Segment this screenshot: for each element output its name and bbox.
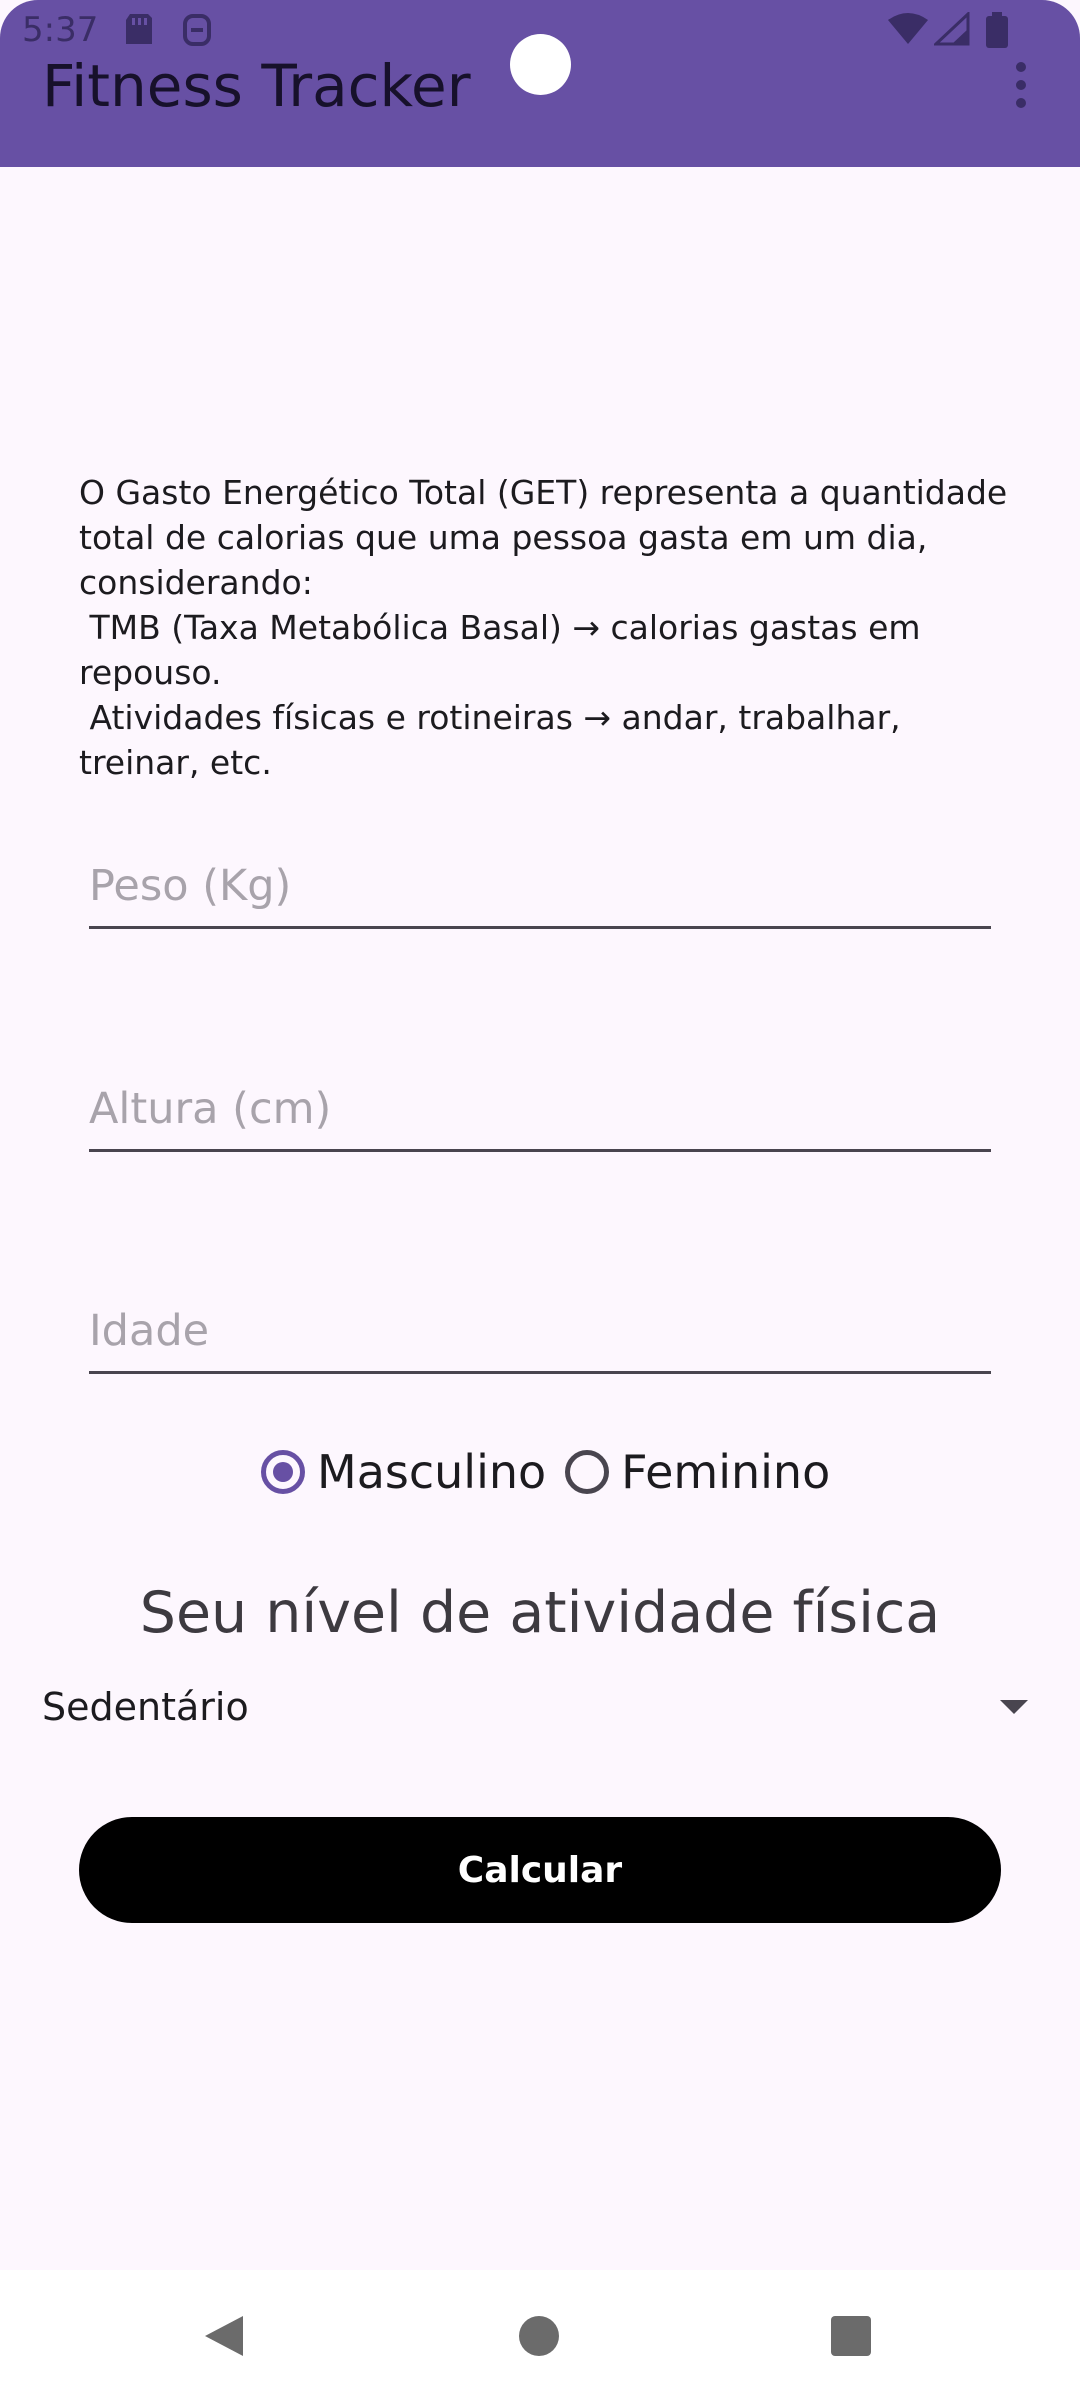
radio-label-masculino: Masculino bbox=[317, 1445, 547, 1499]
activity-heading: Seu nível de atividade física bbox=[139, 1580, 941, 1646]
height-input[interactable] bbox=[89, 1069, 991, 1149]
home-icon[interactable] bbox=[519, 2316, 559, 2356]
status-time: 5:37 bbox=[22, 10, 99, 50]
signal-icon bbox=[934, 12, 970, 46]
gender-radio-group: Masculino Feminino bbox=[256, 1440, 830, 1504]
radio-checked-icon[interactable] bbox=[261, 1450, 305, 1494]
weight-field[interactable] bbox=[89, 846, 991, 929]
weight-input[interactable] bbox=[89, 846, 991, 926]
radio-unchecked-icon[interactable] bbox=[565, 1450, 610, 1494]
sd-card-icon bbox=[126, 14, 152, 44]
age-input[interactable] bbox=[89, 1291, 991, 1371]
wifi-icon bbox=[888, 13, 928, 44]
calculate-button[interactable]: Calcular bbox=[79, 1817, 1001, 1923]
height-field[interactable] bbox=[89, 1069, 991, 1152]
more-vert-icon[interactable] bbox=[1004, 60, 1040, 110]
dropdown-arrow-icon[interactable] bbox=[1000, 1700, 1028, 1714]
camera-cutout bbox=[510, 34, 571, 95]
get-description: O Gasto Energético Total (GET) represent… bbox=[79, 473, 1008, 782]
activity-level-dropdown[interactable]: Sedentário bbox=[42, 1670, 1038, 1744]
back-icon[interactable] bbox=[205, 2316, 243, 2356]
age-field[interactable] bbox=[89, 1291, 991, 1374]
radio-feminino[interactable]: Feminino bbox=[560, 1445, 830, 1499]
radio-label-feminino: Feminino bbox=[621, 1445, 831, 1499]
app-title: Fitness Tracker bbox=[42, 52, 471, 120]
activity-level-value: Sedentário bbox=[42, 1685, 249, 1729]
recents-icon[interactable] bbox=[831, 2316, 871, 2356]
radio-masculino[interactable]: Masculino bbox=[256, 1445, 546, 1499]
notification-icon bbox=[183, 14, 211, 46]
battery-icon bbox=[986, 12, 1008, 48]
